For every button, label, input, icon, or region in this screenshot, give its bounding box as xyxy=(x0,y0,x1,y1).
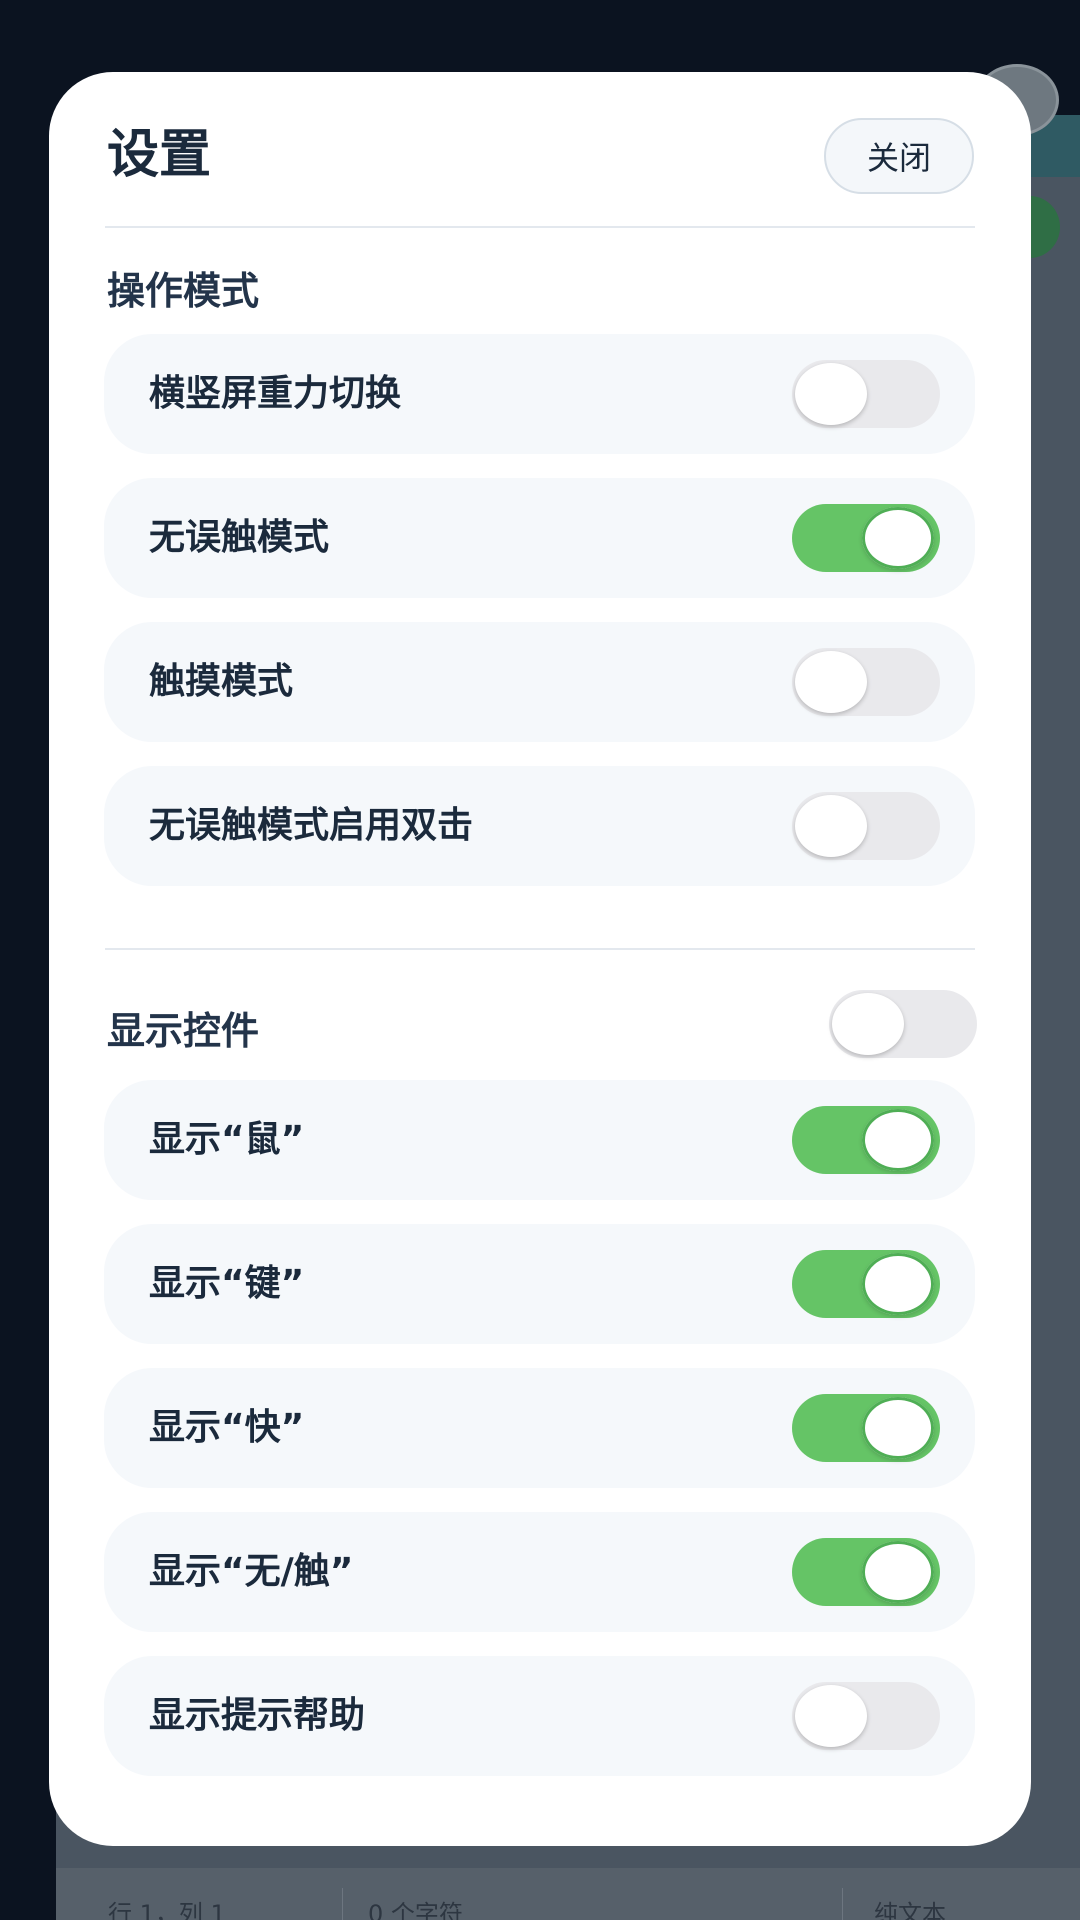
toggle-switch-show-controls[interactable] xyxy=(829,990,977,1058)
setting-row-touch-mode[interactable]: 触摸模式 xyxy=(104,622,975,742)
toggle-knob xyxy=(832,993,904,1055)
divider xyxy=(105,948,975,950)
setting-row-show-help[interactable]: 显示提示帮助 xyxy=(104,1656,975,1776)
toggle-switch[interactable] xyxy=(792,504,940,572)
modal-title: 设置 xyxy=(107,125,212,185)
setting-label: 横竖屏重力切换 xyxy=(149,373,402,414)
toggle-switch[interactable] xyxy=(792,1106,940,1174)
setting-row-no-mistouch-mode[interactable]: 无误触模式 xyxy=(104,478,975,598)
setting-row-show-mouse[interactable]: 显示“鼠” xyxy=(104,1080,975,1200)
divider xyxy=(105,226,975,228)
setting-label: 显示“鼠” xyxy=(149,1119,305,1160)
setting-label: 无误触模式 xyxy=(149,517,330,558)
status-char-count: 0 个字符 xyxy=(368,1900,463,1920)
toggle-switch[interactable] xyxy=(792,792,940,860)
section-title-show-controls: 显示控件 xyxy=(107,1009,260,1053)
toggle-knob xyxy=(795,651,867,713)
toggle-knob xyxy=(795,795,867,857)
setting-label: 显示“无/触” xyxy=(149,1551,354,1592)
toggle-knob xyxy=(862,1253,934,1315)
toggle-switch[interactable] xyxy=(792,1538,940,1606)
toggle-switch[interactable] xyxy=(792,1394,940,1462)
setting-row-double-tap[interactable]: 无误触模式启用双击 xyxy=(104,766,975,886)
toggle-switch[interactable] xyxy=(792,648,940,716)
toggle-knob xyxy=(862,1541,934,1603)
toggle-knob xyxy=(862,1397,934,1459)
setting-label: 无误触模式启用双击 xyxy=(149,805,474,846)
setting-row-show-quick[interactable]: 显示“快” xyxy=(104,1368,975,1488)
toggle-switch[interactable] xyxy=(792,360,940,428)
setting-row-show-keyboard[interactable]: 显示“键” xyxy=(104,1224,975,1344)
setting-label: 显示“快” xyxy=(149,1407,305,1448)
status-divider xyxy=(342,1888,343,1920)
setting-label: 显示“键” xyxy=(149,1263,305,1304)
settings-modal: 设置 关闭 操作模式 横竖屏重力切换 无误触模式 触摸模式 无误触模式启用双击 … xyxy=(49,72,1031,1846)
toggle-knob xyxy=(795,1685,867,1747)
close-button[interactable]: 关闭 xyxy=(824,118,974,194)
toggle-knob xyxy=(795,363,867,425)
section-title-operation-mode: 操作模式 xyxy=(107,269,260,313)
toggle-knob xyxy=(862,1109,934,1171)
status-cursor-position: 行 1，列 1 xyxy=(108,1900,226,1920)
toggle-switch[interactable] xyxy=(792,1682,940,1750)
setting-label: 触摸模式 xyxy=(149,661,294,702)
status-file-type: 纯文本 xyxy=(874,1900,946,1920)
background-status-bar: 行 1，列 1 0 个字符 纯文本 xyxy=(56,1868,1080,1920)
setting-row-show-mode-switch[interactable]: 显示“无/触” xyxy=(104,1512,975,1632)
status-divider xyxy=(842,1888,843,1920)
setting-label: 显示提示帮助 xyxy=(149,1695,366,1736)
toggle-switch[interactable] xyxy=(792,1250,940,1318)
setting-row-gravity-rotate[interactable]: 横竖屏重力切换 xyxy=(104,334,975,454)
toggle-knob xyxy=(862,507,934,569)
